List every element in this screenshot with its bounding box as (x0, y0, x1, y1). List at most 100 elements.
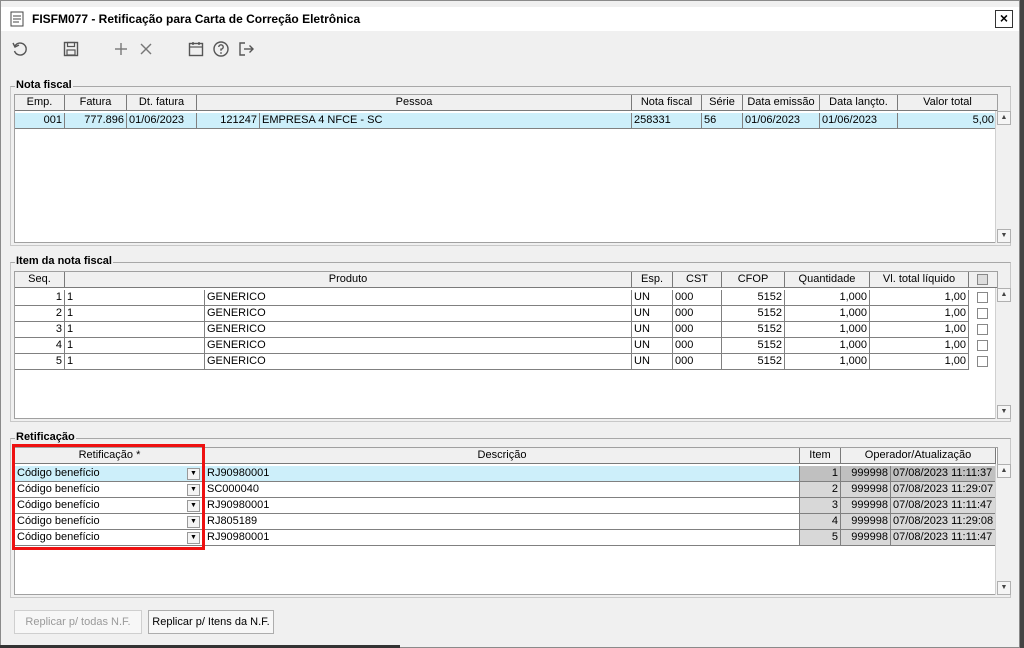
cell-qtd[interactable]: 1,000 (785, 354, 870, 370)
cell-seq[interactable]: 3 (15, 322, 65, 338)
row-checkbox[interactable] (977, 356, 988, 367)
cell-cfop[interactable]: 5152 (722, 322, 785, 338)
retificacao-scrollbar[interactable]: ▲ ▼ (995, 464, 1011, 595)
cell-atualizacao[interactable]: 07/08/2023 11:11:47 (891, 498, 996, 514)
cell-esp[interactable]: UN (632, 290, 673, 306)
cell-data-emissao[interactable]: 01/06/2023 (743, 113, 820, 129)
scroll-down-icon[interactable]: ▼ (997, 405, 1011, 419)
cell-prod-nome[interactable]: GENERICO (205, 306, 632, 322)
refresh-icon[interactable] (10, 39, 30, 59)
cell-item[interactable]: 1 (800, 466, 841, 482)
table-row[interactable]: 001 777.896 01/06/2023 121247 EMPRESA 4 … (15, 113, 997, 129)
cell-descricao[interactable]: SC000040 (205, 482, 800, 498)
row-checkbox[interactable] (977, 292, 988, 303)
replicar-itens-nf-button[interactable]: Replicar p/ Itens da N.F. (148, 610, 274, 634)
add-icon[interactable] (111, 39, 131, 59)
scroll-up-icon[interactable]: ▲ (997, 288, 1011, 302)
chevron-down-icon[interactable]: ▼ (187, 500, 200, 512)
cell-qtd[interactable]: 1,000 (785, 306, 870, 322)
delete-icon[interactable] (136, 39, 156, 59)
table-row[interactable]: Código benefício RJ90980001 1 999998 07/08/2… (15, 466, 997, 482)
col-header-retificacao[interactable]: Retificação * (15, 448, 205, 464)
col-header-cst[interactable]: CST (673, 272, 722, 288)
col-header-serie[interactable]: Série (702, 95, 743, 111)
col-header-descricao[interactable]: Descrição (205, 448, 800, 464)
scroll-down-icon[interactable]: ▼ (997, 581, 1011, 595)
cell-item[interactable]: 2 (800, 482, 841, 498)
cell-descricao[interactable]: RJ805189 (205, 514, 800, 530)
cell-esp[interactable]: UN (632, 306, 673, 322)
retificacao-select[interactable]: Código benefício (15, 466, 205, 482)
cell-atualizacao[interactable]: 07/08/2023 11:29:07 (891, 482, 996, 498)
col-header-dt-fatura[interactable]: Dt. fatura (127, 95, 197, 111)
item-nota-fiscal-scrollbar[interactable]: ▲ ▼ (995, 288, 1011, 419)
cell-operador[interactable]: 999998 (841, 530, 891, 546)
cell-cst[interactable]: 000 (673, 290, 722, 306)
col-header-operador-atualizacao[interactable]: Operador/Atualização (841, 448, 996, 464)
table-row[interactable]: 1 1 GENERICO UN 000 5152 1,000 1,00 (15, 290, 997, 306)
cell-fatura[interactable]: 777.896 (65, 113, 127, 129)
cell-esp[interactable]: UN (632, 322, 673, 338)
nota-fiscal-scrollbar[interactable]: ▲ ▼ (995, 111, 1011, 243)
cell-atualizacao[interactable]: 07/08/2023 11:29:08 (891, 514, 996, 530)
cell-item[interactable]: 3 (800, 498, 841, 514)
cell-qtd[interactable]: 1,000 (785, 322, 870, 338)
cell-valor[interactable]: 1,00 (870, 306, 969, 322)
cell-operador[interactable]: 999998 (841, 514, 891, 530)
col-header-esp[interactable]: Esp. (632, 272, 673, 288)
cell-pessoa-codigo[interactable]: 121247 (197, 113, 260, 129)
col-header-pessoa[interactable]: Pessoa (197, 95, 632, 111)
cell-cst[interactable]: 000 (673, 338, 722, 354)
col-header-item[interactable]: Item (800, 448, 841, 464)
cell-emp[interactable]: 001 (15, 113, 65, 129)
retificacao-select[interactable]: Código benefício (15, 498, 205, 514)
close-button[interactable]: × (995, 10, 1013, 28)
table-row[interactable]: Código benefício RJ90980001 5 999998 07/08/2… (15, 530, 997, 546)
col-header-valor-total[interactable]: Valor total (898, 95, 997, 111)
exit-icon[interactable] (236, 39, 256, 59)
cell-dt-fatura[interactable]: 01/06/2023 (127, 113, 197, 129)
retificacao-select[interactable]: Código benefício (15, 530, 205, 546)
cell-prod-nome[interactable]: GENERICO (205, 354, 632, 370)
col-header-select-all[interactable] (969, 272, 997, 288)
cell-data-lancto[interactable]: 01/06/2023 (820, 113, 898, 129)
help-icon[interactable] (211, 39, 231, 59)
chevron-down-icon[interactable]: ▼ (187, 468, 200, 480)
cell-prod-nome[interactable]: GENERICO (205, 322, 632, 338)
table-row[interactable]: 4 1 GENERICO UN 000 5152 1,000 1,00 (15, 338, 997, 354)
calendar-icon[interactable] (186, 39, 206, 59)
cell-nota-fiscal[interactable]: 258331 (632, 113, 702, 129)
retificacao-select[interactable]: Código benefício (15, 482, 205, 498)
cell-qtd[interactable]: 1,000 (785, 338, 870, 354)
cell-descricao[interactable]: RJ90980001 (205, 466, 800, 482)
cell-item[interactable]: 5 (800, 530, 841, 546)
cell-esp[interactable]: UN (632, 338, 673, 354)
scroll-up-icon[interactable]: ▲ (997, 464, 1011, 478)
cell-esp[interactable]: UN (632, 354, 673, 370)
table-row[interactable]: 2 1 GENERICO UN 000 5152 1,000 1,00 (15, 306, 997, 322)
cell-seq[interactable]: 4 (15, 338, 65, 354)
row-checkbox[interactable] (977, 340, 988, 351)
cell-valor[interactable]: 1,00 (870, 290, 969, 306)
cell-descricao[interactable]: RJ90980001 (205, 530, 800, 546)
col-header-data-emissao[interactable]: Data emissão (743, 95, 820, 111)
col-header-data-lancto[interactable]: Data lançto. (820, 95, 898, 111)
scroll-up-icon[interactable]: ▲ (997, 111, 1011, 125)
cell-prod-cod[interactable]: 1 (65, 306, 205, 322)
cell-valor-total[interactable]: 5,00 (898, 113, 997, 129)
table-row[interactable]: 3 1 GENERICO UN 000 5152 1,000 1,00 (15, 322, 997, 338)
save-icon[interactable] (61, 39, 81, 59)
cell-prod-nome[interactable]: GENERICO (205, 338, 632, 354)
retificacao-select[interactable]: Código benefício (15, 514, 205, 530)
col-header-nota-fiscal[interactable]: Nota fiscal (632, 95, 702, 111)
cell-valor[interactable]: 1,00 (870, 322, 969, 338)
cell-seq[interactable]: 2 (15, 306, 65, 322)
row-checkbox[interactable] (977, 324, 988, 335)
table-row[interactable]: Código benefício RJ90980001 3 999998 07/08/2… (15, 498, 997, 514)
cell-cfop[interactable]: 5152 (722, 290, 785, 306)
chevron-down-icon[interactable]: ▼ (187, 532, 200, 544)
col-header-seq[interactable]: Seq. (15, 272, 65, 288)
col-header-cfop[interactable]: CFOP (722, 272, 785, 288)
cell-atualizacao[interactable]: 07/08/2023 11:11:47 (891, 530, 996, 546)
cell-cfop[interactable]: 5152 (722, 338, 785, 354)
